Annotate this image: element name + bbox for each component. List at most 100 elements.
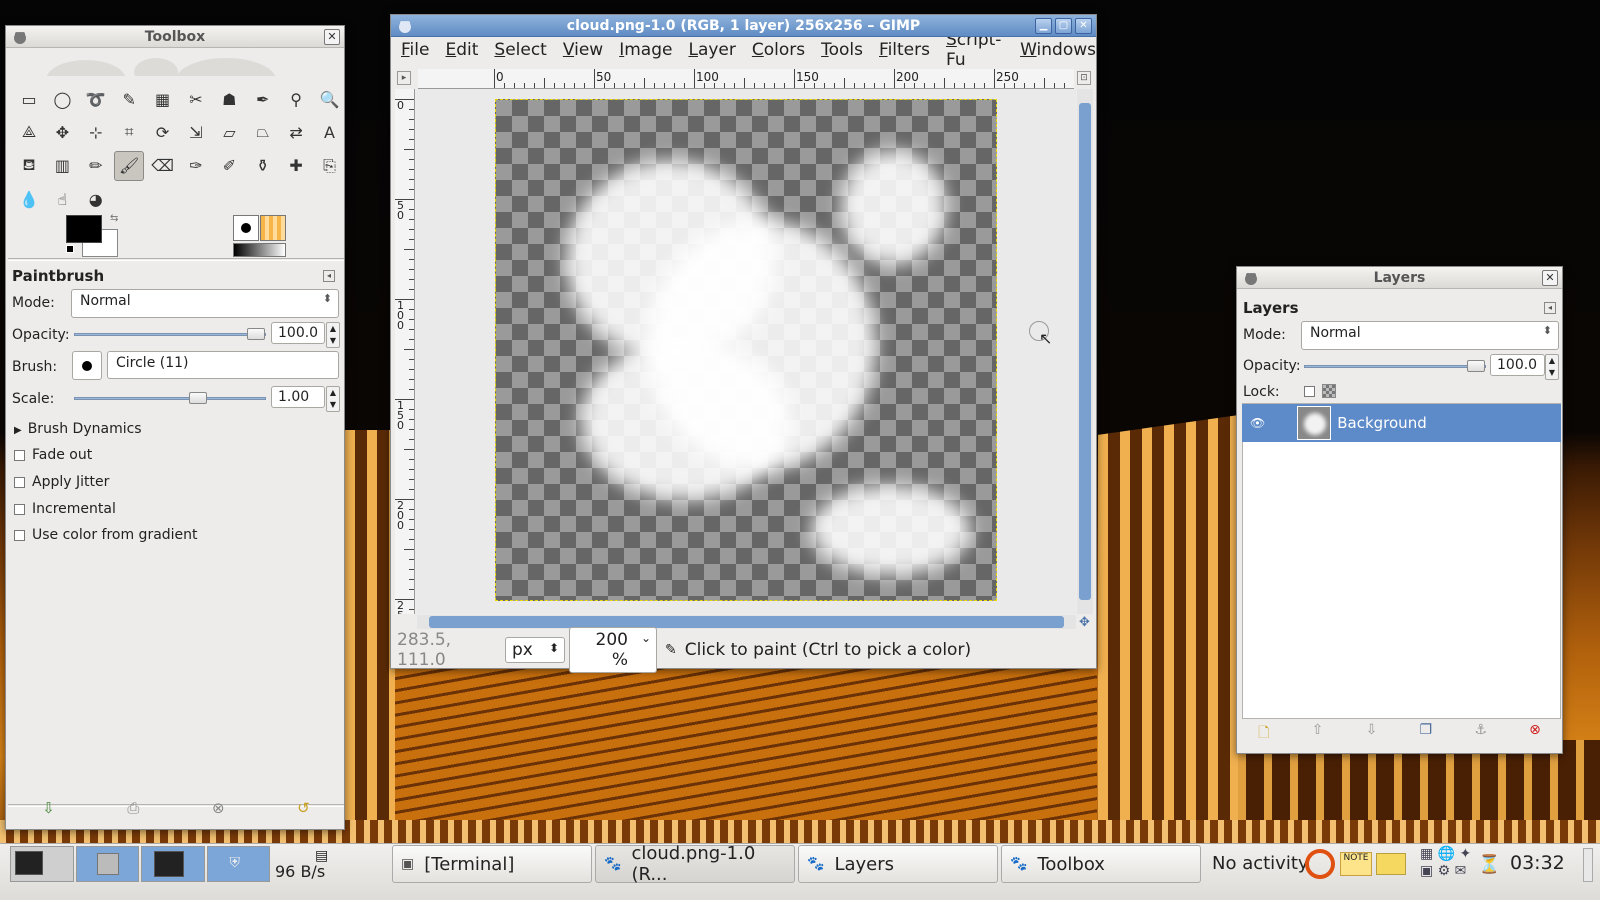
- menu-file[interactable]: File: [401, 40, 429, 60]
- brush-name-field[interactable]: Circle (11): [107, 351, 339, 379]
- tool-options-menu-icon[interactable]: ◂: [323, 270, 335, 282]
- ink-icon[interactable]: ✐: [214, 151, 244, 181]
- vertical-scroll-thumb[interactable]: [1079, 103, 1091, 600]
- layers-panel-menu-icon[interactable]: ◂: [1544, 302, 1556, 314]
- blur-icon[interactable]: 💧: [14, 184, 44, 214]
- workspace-4[interactable]: ⛨: [206, 846, 270, 882]
- lock-pixels-checkbox[interactable]: [1304, 386, 1315, 397]
- ellipse-select-icon[interactable]: ◯: [47, 84, 77, 114]
- workspace-2[interactable]: [75, 846, 139, 882]
- lower-layer-icon[interactable]: ⇩: [1366, 722, 1378, 746]
- option-checkbox[interactable]: [14, 530, 25, 541]
- scissors-select-icon[interactable]: ✂: [181, 84, 211, 114]
- horizontal-ruler[interactable]: 0 50 100 150 200 250: [418, 69, 1074, 89]
- menu-filters[interactable]: Filters: [879, 40, 930, 60]
- swap-colors-icon[interactable]: ⇆: [110, 213, 118, 224]
- perspective-icon[interactable]: ⏢: [248, 117, 278, 147]
- brush-picker-button[interactable]: [72, 351, 102, 380]
- minimize-button[interactable]: ▁: [1035, 18, 1052, 34]
- horizontal-scroll-thumb[interactable]: [429, 616, 1064, 628]
- mail-icon[interactable]: [1376, 853, 1406, 875]
- opacity-spin-buttons[interactable]: ▲ ▼: [326, 322, 340, 348]
- clock[interactable]: 03:32: [1510, 852, 1565, 874]
- activity-status[interactable]: No activity: [1212, 853, 1309, 874]
- crop-icon[interactable]: ⌗: [114, 117, 144, 147]
- rotate-icon[interactable]: ⟳: [148, 117, 178, 147]
- eraser-icon[interactable]: ⌫: [148, 151, 178, 181]
- color-select-icon[interactable]: ▦: [148, 84, 178, 114]
- layers-opacity-spin-buttons[interactable]: ▲ ▼: [1545, 354, 1559, 380]
- close-button[interactable]: ✕: [1075, 18, 1092, 34]
- restore-options-icon[interactable]: ⎙: [127, 799, 139, 817]
- foreground-color-swatch[interactable]: [66, 215, 102, 243]
- scale-icon[interactable]: ⇲: [181, 117, 211, 147]
- navigate-icon[interactable]: ✥: [1079, 615, 1090, 630]
- measure-icon[interactable]: ⟁: [14, 117, 44, 147]
- horizontal-scrollbar[interactable]: [417, 615, 1076, 629]
- pencil-icon[interactable]: ✏: [81, 151, 111, 181]
- workspace-switcher[interactable]: ⛨: [10, 846, 270, 884]
- blend-icon[interactable]: ▥: [47, 151, 77, 181]
- zoom-select[interactable]: 200 % ⌄: [569, 627, 657, 673]
- scale-slider[interactable]: [74, 392, 266, 404]
- option-label[interactable]: Use color from gradient: [32, 527, 198, 543]
- new-layer-icon[interactable]: 🗋: [1258, 722, 1269, 746]
- layers-mode-select[interactable]: Normal ⬍: [1301, 321, 1559, 350]
- menu-colors[interactable]: Colors: [752, 40, 805, 60]
- active-pattern-icon[interactable]: [260, 215, 286, 241]
- active-brush-icon[interactable]: [233, 215, 259, 241]
- fuzzy-select-icon[interactable]: ✎: [114, 84, 144, 114]
- option-label[interactable]: Fade out: [32, 447, 92, 463]
- delete-options-icon[interactable]: ⊗: [212, 799, 225, 817]
- layers-titlebar[interactable]: Layers ✕: [1237, 267, 1562, 289]
- scale-slider-handle[interactable]: [188, 392, 207, 404]
- text-icon[interactable]: A: [315, 117, 345, 147]
- raise-layer-icon[interactable]: ⇧: [1312, 722, 1324, 746]
- anchor-layer-icon[interactable]: ⚓: [1474, 722, 1487, 746]
- option-label[interactable]: Apply Jitter: [32, 474, 109, 490]
- flip-icon[interactable]: ⇄: [281, 117, 311, 147]
- taskbar-button[interactable]: 🐾 Layers: [798, 845, 998, 883]
- notes-icon[interactable]: NOTE: [1340, 852, 1372, 876]
- zoom-icon[interactable]: 🔍: [315, 84, 345, 114]
- layers-close-button[interactable]: ✕: [1542, 270, 1558, 286]
- eye-visibility-icon[interactable]: 👁: [1250, 416, 1265, 430]
- clone-icon[interactable]: ⚱: [248, 151, 278, 181]
- align-icon[interactable]: ⊹: [81, 117, 111, 147]
- maximize-button[interactable]: ▢: [1055, 18, 1072, 34]
- shear-icon[interactable]: ▱: [214, 117, 244, 147]
- toolbox-titlebar[interactable]: Toolbox ✕: [6, 26, 344, 48]
- volume-icon[interactable]: ⏳: [1478, 854, 1500, 875]
- reset-options-icon[interactable]: ↺: [297, 799, 310, 817]
- brush-dynamics-expander[interactable]: ▶ Brush Dynamics: [14, 421, 142, 437]
- heal-icon[interactable]: ✚: [281, 151, 311, 181]
- layers-opacity-spin-field[interactable]: 100.0: [1490, 354, 1545, 376]
- workspace-3[interactable]: [141, 846, 205, 882]
- menu-image[interactable]: Image: [619, 40, 672, 60]
- fg-bg-colors[interactable]: ⇆: [66, 213, 124, 257]
- taskbar-button[interactable]: 🐾 cloud.png-1.0 (R...: [595, 843, 795, 885]
- workspace-1[interactable]: [10, 846, 74, 882]
- paths-icon[interactable]: ✒: [248, 84, 278, 114]
- vertical-scrollbar[interactable]: [1077, 89, 1093, 614]
- zoom-corner-icon[interactable]: ⊡: [1077, 71, 1091, 85]
- vertical-ruler[interactable]: 0 50 100 150 200 250: [395, 89, 415, 614]
- brush-pattern-gradient-preview[interactable]: [233, 215, 291, 259]
- duplicate-layer-icon[interactable]: ❐: [1420, 722, 1433, 746]
- toolbox-close-button[interactable]: ✕: [324, 29, 340, 45]
- delete-layer-icon[interactable]: ⊗: [1529, 722, 1541, 746]
- quick-mask-corner-icon[interactable]: ▸: [397, 71, 411, 85]
- option-checkbox[interactable]: [14, 477, 25, 488]
- airbrush-icon[interactable]: ✑: [181, 151, 211, 181]
- scale-spin-field[interactable]: 1.00: [271, 386, 325, 408]
- tray-icons-cluster[interactable]: ▦ 🌐 ✦ ▣ ⚙ ✉: [1420, 846, 1471, 880]
- option-label[interactable]: Incremental: [32, 501, 116, 517]
- bucket-fill-icon[interactable]: ⛾: [14, 151, 44, 181]
- move-icon[interactable]: ✥: [47, 117, 77, 147]
- free-select-icon[interactable]: ➰: [81, 84, 111, 114]
- layer-row-background[interactable]: 👁 Background: [1242, 404, 1561, 442]
- layers-opacity-handle[interactable]: [1467, 360, 1485, 372]
- layers-opacity-slider[interactable]: [1304, 360, 1486, 372]
- menu-select[interactable]: Select: [494, 40, 546, 60]
- option-checkbox[interactable]: [14, 450, 25, 461]
